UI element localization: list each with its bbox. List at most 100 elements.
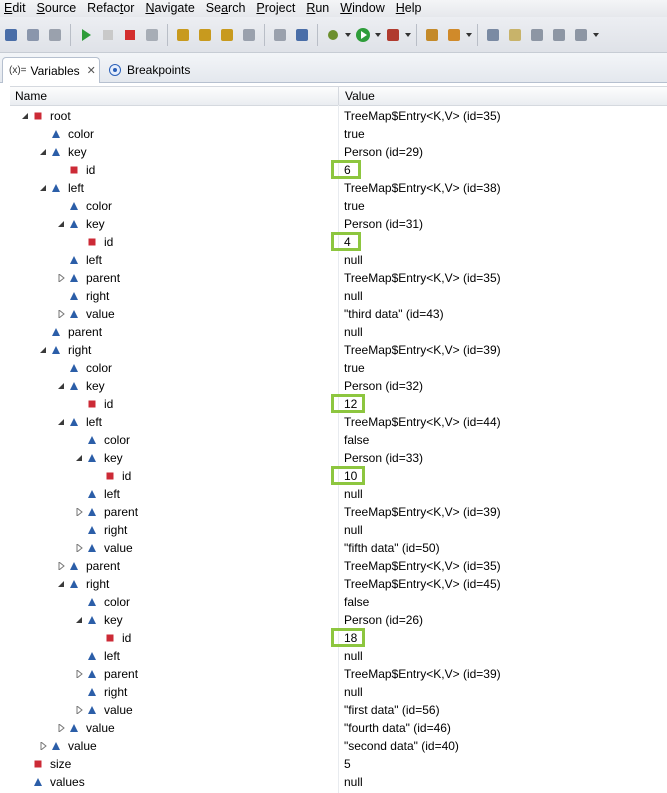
collapsed-twisty-icon[interactable]: [75, 706, 83, 714]
collapsed-twisty-icon[interactable]: [57, 310, 65, 318]
tree-row[interactable]: left null: [0, 485, 667, 503]
column-header-value[interactable]: Value: [345, 89, 375, 103]
terminate-button[interactable]: [120, 25, 140, 45]
menu-source[interactable]: Source: [32, 0, 83, 17]
external-tools-button[interactable]: [383, 25, 403, 45]
toggle-breakpoint-button[interactable]: [483, 25, 503, 45]
tree-row[interactable]: id 4: [0, 232, 667, 251]
block-selection-button[interactable]: [549, 25, 569, 45]
tree-row[interactable]: value "fourth data" (id=46): [0, 719, 667, 737]
expanded-twisty-icon[interactable]: [39, 148, 47, 156]
use-step-filters-button[interactable]: [270, 25, 290, 45]
tree-row[interactable]: key Person (id=32): [0, 377, 667, 395]
expanded-twisty-icon[interactable]: [21, 112, 29, 120]
expanded-twisty-icon[interactable]: [57, 382, 65, 390]
chevron-down-icon[interactable]: [592, 25, 600, 45]
suspend-button[interactable]: [98, 25, 118, 45]
collapsed-twisty-icon[interactable]: [75, 544, 83, 552]
tree-row[interactable]: right TreeMap$Entry<K,V> (id=45): [0, 575, 667, 593]
chevron-down-icon[interactable]: [465, 25, 473, 45]
tree-row[interactable]: color false: [0, 593, 667, 611]
tab-breakpoints[interactable]: Breakpoints: [103, 57, 196, 83]
expanded-twisty-icon[interactable]: [39, 346, 47, 354]
tree-row[interactable]: value "fifth data" (id=50): [0, 539, 667, 557]
tree-row[interactable]: value "third data" (id=43): [0, 305, 667, 323]
toggle-mark-occurrences-button[interactable]: [505, 25, 525, 45]
expanded-twisty-icon[interactable]: [39, 184, 47, 192]
menu-search[interactable]: Search: [201, 0, 252, 17]
tree-row[interactable]: values null: [0, 773, 667, 791]
tree-row[interactable]: parent null: [0, 323, 667, 341]
save-button[interactable]: [1, 25, 21, 45]
tree-row[interactable]: left TreeMap$Entry<K,V> (id=38): [0, 179, 667, 197]
tree-row[interactable]: id 12: [0, 394, 667, 413]
collapsed-twisty-icon[interactable]: [39, 742, 47, 750]
save-all-button[interactable]: [23, 25, 43, 45]
chevron-down-icon[interactable]: [374, 25, 382, 45]
close-icon[interactable]: ✕: [87, 64, 96, 77]
print-button[interactable]: [45, 25, 65, 45]
menu-refactor[interactable]: Refactor: [82, 0, 140, 17]
step-return-button[interactable]: [217, 25, 237, 45]
collapsed-twisty-icon[interactable]: [75, 508, 83, 516]
new-package-button[interactable]: [422, 25, 442, 45]
tree-row[interactable]: key Person (id=26): [0, 611, 667, 629]
step-over-button[interactable]: [195, 25, 215, 45]
tree-row[interactable]: parent TreeMap$Entry<K,V> (id=39): [0, 665, 667, 683]
skip-breakpoints-button[interactable]: [292, 25, 312, 45]
expanded-twisty-icon[interactable]: [57, 580, 65, 588]
tree-row[interactable]: parent TreeMap$Entry<K,V> (id=35): [0, 557, 667, 575]
tree-row[interactable]: color true: [0, 197, 667, 215]
step-into-button[interactable]: [173, 25, 193, 45]
menu-edit[interactable]: Edit: [0, 0, 32, 17]
expanded-twisty-icon[interactable]: [57, 418, 65, 426]
menu-window[interactable]: Window: [335, 0, 390, 17]
expanded-twisty-icon[interactable]: [75, 454, 83, 462]
tree-row[interactable]: right null: [0, 287, 667, 305]
collapsed-twisty-icon[interactable]: [57, 724, 65, 732]
column-divider[interactable]: [338, 87, 339, 105]
chevron-down-icon[interactable]: [344, 25, 352, 45]
tree-row[interactable]: parent TreeMap$Entry<K,V> (id=35): [0, 269, 667, 287]
tree-row[interactable]: parent TreeMap$Entry<K,V> (id=39): [0, 503, 667, 521]
tree-row[interactable]: color true: [0, 125, 667, 143]
tree-row[interactable]: color true: [0, 359, 667, 377]
tree-row[interactable]: value "first data" (id=56): [0, 701, 667, 719]
search-button[interactable]: [444, 25, 464, 45]
tree-row[interactable]: right null: [0, 521, 667, 539]
tree-row[interactable]: id 18: [0, 628, 667, 647]
next-annotation-button[interactable]: [571, 25, 591, 45]
expanded-twisty-icon[interactable]: [75, 616, 83, 624]
collapsed-twisty-icon[interactable]: [57, 274, 65, 282]
collapsed-twisty-icon[interactable]: [75, 670, 83, 678]
collapsed-twisty-icon[interactable]: [57, 562, 65, 570]
resume-button[interactable]: [76, 25, 96, 45]
tree-row[interactable]: id 10: [0, 466, 667, 485]
menu-project[interactable]: Project: [251, 0, 301, 17]
tree-row[interactable]: left TreeMap$Entry<K,V> (id=44): [0, 413, 667, 431]
tree-row[interactable]: key Person (id=31): [0, 215, 667, 233]
tab-variables[interactable]: (x)= Variables ✕: [2, 57, 100, 83]
tree-row[interactable]: key Person (id=29): [0, 143, 667, 161]
tree-row[interactable]: color false: [0, 431, 667, 449]
column-header-name[interactable]: Name: [15, 89, 47, 103]
chevron-down-icon[interactable]: [404, 25, 412, 45]
menu-navigate[interactable]: Navigate: [140, 0, 200, 17]
tree-row[interactable]: value "second data" (id=40): [0, 737, 667, 755]
tree-row[interactable]: right null: [0, 683, 667, 701]
tree-row[interactable]: key Person (id=33): [0, 449, 667, 467]
show-whitespace-button[interactable]: [527, 25, 547, 45]
tree-row[interactable]: right TreeMap$Entry<K,V> (id=39): [0, 341, 667, 359]
disconnect-button[interactable]: [142, 25, 162, 45]
run-button[interactable]: [353, 25, 373, 45]
tree-row[interactable]: size 5: [0, 755, 667, 773]
tree-row[interactable]: left null: [0, 251, 667, 269]
tree-row[interactable]: id 6: [0, 160, 667, 179]
tree-row[interactable]: root TreeMap$Entry<K,V> (id=35): [0, 107, 667, 125]
menu-help[interactable]: Help: [391, 0, 428, 17]
expanded-twisty-icon[interactable]: [57, 220, 65, 228]
drop-to-frame-button[interactable]: [239, 25, 259, 45]
debug-button[interactable]: [323, 25, 343, 45]
menu-run[interactable]: Run: [301, 0, 335, 17]
tree-row[interactable]: left null: [0, 647, 667, 665]
